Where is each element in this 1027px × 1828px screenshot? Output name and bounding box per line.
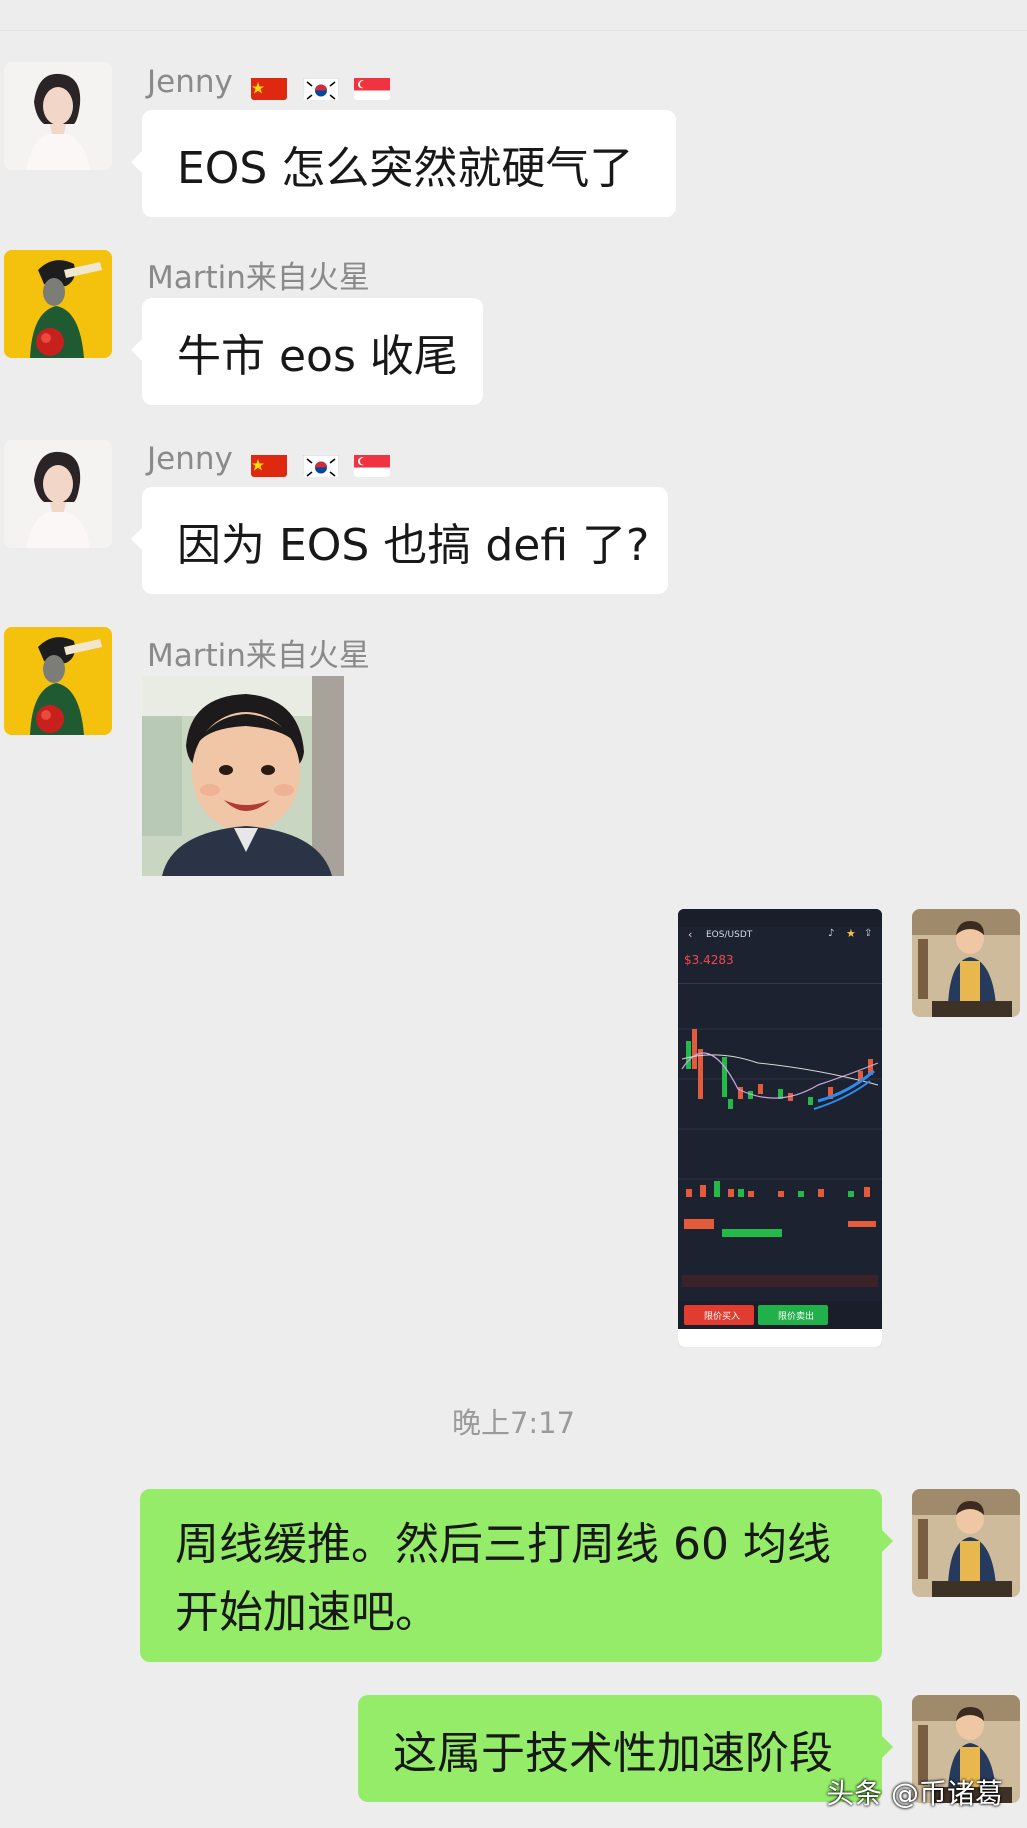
sell-button[interactable]: 限价卖出 <box>758 1305 828 1325</box>
buy-button[interactable]: 限价买入 <box>684 1305 754 1325</box>
avatar-martin[interactable] <box>4 627 112 735</box>
korea-flag-icon <box>302 75 339 100</box>
sender-name: Martin来自火星 <box>147 260 370 296</box>
timestamp: 晚上7:17 <box>451 1406 576 1440</box>
message-text: 牛市 eos 收尾 <box>177 330 458 382</box>
top-divider <box>0 0 1027 31</box>
singapore-flag-icon <box>354 452 391 477</box>
avatar-jenny[interactable] <box>4 62 112 170</box>
star-icon: ★ <box>846 927 856 940</box>
shared-screenshot[interactable]: ‹ EOS/USDT ♪ ★ ⇪ $3.4283 限价买入 限价卖出 <box>678 909 882 1347</box>
bell-icon: ♪ <box>828 928 835 939</box>
price: $3.4283 <box>684 953 734 967</box>
korea-flag-icon <box>302 452 339 477</box>
message-bubble-sent[interactable]: 周线缓推。然后三打周线 60 均线开始加速吧。 <box>140 1489 893 1662</box>
sticker-image[interactable] <box>142 676 344 876</box>
watermark: 头条 @币诸葛 <box>826 1777 1003 1810</box>
share-icon: ⇪ <box>864 928 873 939</box>
back-icon: ‹ <box>688 928 693 941</box>
message-text: 因为 EOS 也搞 defi 了? <box>177 519 650 571</box>
avatar-martin[interactable] <box>4 250 112 358</box>
sender-name: Jenny <box>147 441 396 481</box>
message-bubble[interactable]: 因为 EOS 也搞 defi 了? <box>131 487 668 594</box>
sender-name: Martin来自火星 <box>147 638 370 674</box>
message-bubble[interactable]: EOS 怎么突然就硬气了 <box>131 110 676 217</box>
message-text: 周线缓推。然后三打周线 60 均线开始加速吧。 <box>175 1519 831 1638</box>
message-text: 这属于技术性加速阶段 <box>393 1727 833 1779</box>
message-bubble-sent[interactable]: 这属于技术性加速阶段 <box>358 1695 893 1802</box>
china-flag-icon <box>250 452 287 477</box>
singapore-flag-icon <box>354 75 391 100</box>
message-text: EOS 怎么突然就硬气了 <box>177 142 634 194</box>
sender-name: Jenny <box>147 64 396 104</box>
message-bubble[interactable]: 牛市 eos 收尾 <box>131 298 483 405</box>
avatar-me[interactable] <box>912 1489 1020 1597</box>
pair-title: EOS/USDT <box>706 930 753 940</box>
china-flag-icon <box>250 75 287 100</box>
avatar-jenny[interactable] <box>4 440 112 548</box>
avatar-me[interactable] <box>912 909 1020 1017</box>
